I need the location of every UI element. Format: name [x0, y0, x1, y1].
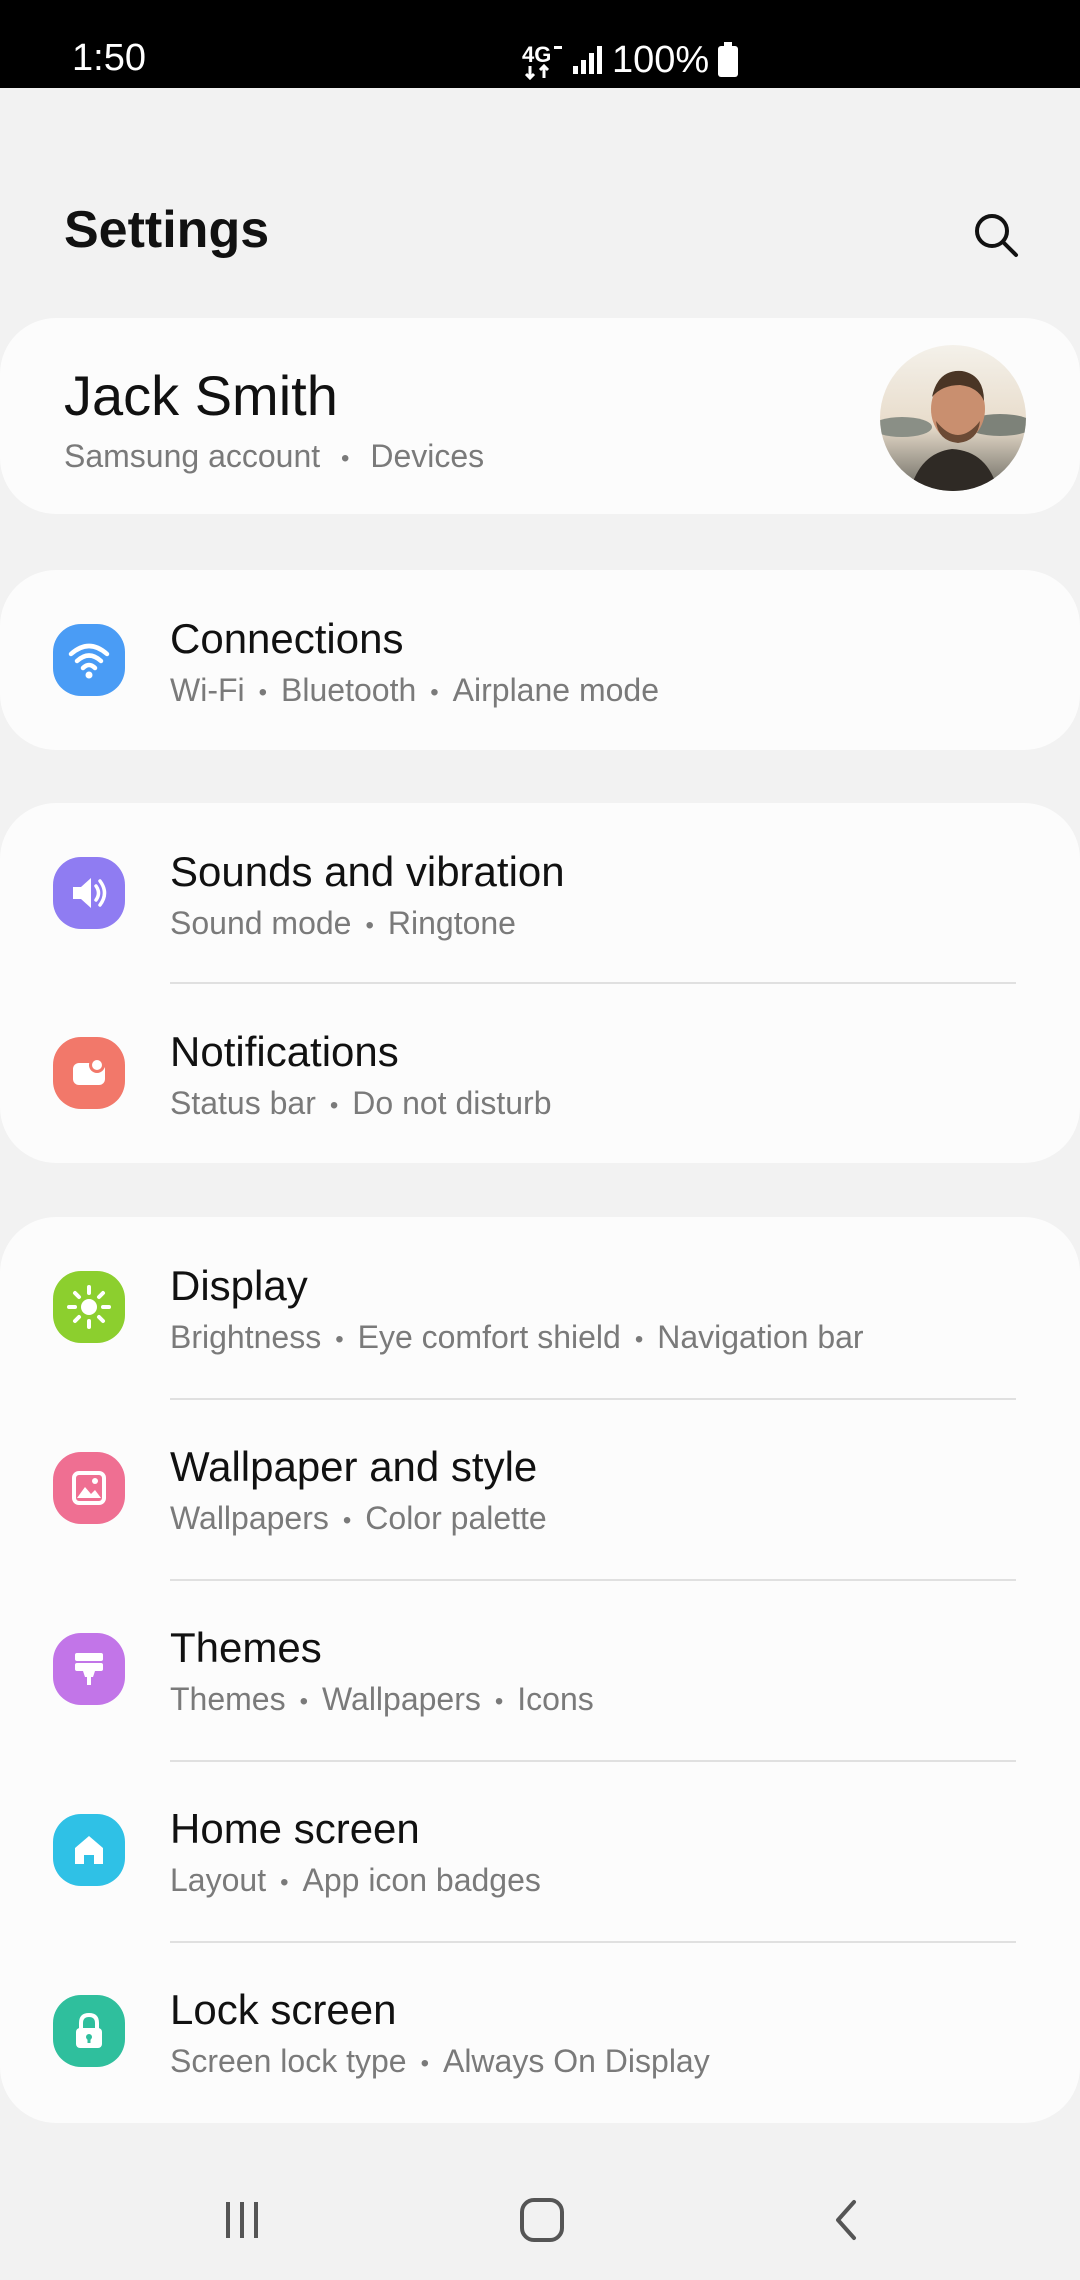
recents-icon [226, 2202, 258, 2238]
item-label: Notifications [170, 1028, 399, 1075]
signal-icon [572, 44, 604, 76]
item-subtitle: Themes • Wallpapers • Icons [170, 1679, 594, 1722]
settings-item-lock-screen[interactable]: Lock screen Screen lock type • Always On D… [0, 1941, 1080, 2121]
wallpaper-icon-wrap [53, 1452, 125, 1524]
back-button[interactable] [808, 2180, 888, 2260]
item-label: Sounds and vibration [170, 848, 565, 895]
settings-item-connections[interactable]: Connections Wi-Fi • Bluetooth • Airplane mod… [0, 570, 1080, 750]
account-subtitle: Samsung account • Devices [64, 436, 484, 479]
sub-text: Screen lock type [170, 2043, 407, 2079]
sub-text: Navigation bar [657, 1319, 864, 1355]
avatar[interactable] [880, 345, 1026, 491]
sub-text: Color palette [365, 1500, 547, 1536]
separator-dot: • [258, 678, 268, 706]
settings-item-sounds[interactable]: Sounds and vibration Sound mode • Ringtone [0, 803, 1080, 983]
sub-text: Icons [517, 1681, 594, 1717]
settings-item-notifications[interactable]: Notifications Status bar • Do not disturb [0, 983, 1080, 1163]
separator-dot: • [494, 1687, 504, 1715]
item-subtitle: Wallpapers • Color palette [170, 1498, 547, 1541]
sub-text: Do not disturb [352, 1085, 552, 1121]
svg-text:4G: 4G [522, 42, 551, 67]
item-label: Home screen [170, 1805, 420, 1852]
wifi-icon [68, 643, 110, 679]
image-icon [72, 1471, 106, 1505]
search-button[interactable] [966, 205, 1026, 265]
separator-dot: • [335, 1325, 344, 1353]
speaker-icon [73, 878, 107, 908]
sub-text: Always On Display [442, 2043, 710, 2079]
account-sub-devices: Devices [370, 438, 485, 474]
battery-percent: 100% [612, 39, 710, 81]
sub-text: Status bar [170, 1085, 316, 1121]
sub-text: Ringtone [387, 905, 516, 941]
search-icon [975, 214, 1018, 257]
sub-text: Sound mode [170, 905, 352, 941]
item-subtitle: Layout • App icon badges [170, 1860, 541, 1903]
home-button[interactable] [502, 2180, 582, 2260]
item-label: Connections [170, 615, 404, 662]
separator-dot: • [634, 1325, 644, 1353]
status-bar: 1:50 4G 100% [0, 0, 1080, 88]
item-subtitle: Wi-Fi • Bluetooth • Airplane mode [170, 670, 659, 713]
separator-dot: • [430, 678, 439, 706]
sub-text: App icon badges [302, 1862, 541, 1898]
item-subtitle: Screen lock type • Always On Display [170, 2041, 710, 2084]
separator-dot: • [341, 444, 350, 472]
settings-item-themes[interactable]: Themes Themes • Wallpapers • Icons [0, 1579, 1080, 1759]
item-label: Lock screen [170, 1986, 397, 2033]
lock-screen-icon-wrap [53, 1995, 125, 2067]
lock-icon [76, 2012, 102, 2048]
home-screen-icon-wrap [53, 1814, 125, 1886]
sub-text: Brightness [170, 1319, 322, 1355]
sub-text: Layout [170, 1862, 267, 1898]
sub-text: Wallpapers [170, 1500, 329, 1536]
item-subtitle: Sound mode • Ringtone [170, 903, 516, 946]
sub-text: Wallpapers [322, 1681, 481, 1717]
separator-dot: • [342, 1506, 352, 1534]
status-time: 1:50 [72, 37, 146, 79]
display-icon-wrap [53, 1271, 125, 1343]
recents-button[interactable] [202, 2180, 282, 2260]
sub-text: Bluetooth [281, 672, 417, 708]
sub-text: Wi-Fi [170, 672, 245, 708]
sub-text: Eye comfort shield [357, 1319, 621, 1355]
settings-item-display[interactable]: Display Brightness • Eye comfort shield • Na… [0, 1217, 1080, 1397]
sub-text: Airplane mode [452, 672, 659, 708]
home-icon [75, 1836, 103, 1864]
account-name: Jack Smith [64, 364, 338, 427]
notifications-icon-wrap [53, 1037, 125, 1109]
page-title: Settings [64, 201, 270, 259]
themes-icon-wrap [53, 1633, 125, 1705]
connections-icon-wrap [53, 624, 125, 696]
separator-dot: • [365, 911, 374, 939]
brush-icon [75, 1653, 103, 1685]
separator-dot: • [299, 1687, 308, 1715]
settings-item-wallpaper[interactable]: Wallpaper and style Wallpapers • Color pal… [0, 1398, 1080, 1578]
home-button-icon [520, 2198, 564, 2242]
separator-dot: • [420, 2049, 429, 2077]
sub-text: Themes [170, 1681, 286, 1717]
network-4g-icon: 4G [520, 40, 564, 80]
sounds-icon-wrap [53, 857, 125, 929]
item-label: Themes [170, 1624, 322, 1671]
sun-icon [67, 1285, 111, 1329]
item-label: Display [170, 1262, 308, 1309]
settings-item-home-screen[interactable]: Home screen Layout • App icon badges [0, 1760, 1080, 1940]
item-subtitle: Brightness • Eye comfort shield • Navigation… [170, 1317, 864, 1360]
back-icon [836, 2200, 856, 2240]
separator-dot: • [280, 1868, 289, 1896]
item-subtitle: Status bar • Do not disturb [170, 1083, 551, 1126]
account-sub-samsung: Samsung account [64, 438, 321, 474]
battery-icon [717, 42, 739, 78]
separator-dot: • [329, 1091, 339, 1119]
item-label: Wallpaper and style [170, 1443, 538, 1490]
status-indicators: 4G 100% [520, 38, 739, 82]
notification-icon [73, 1057, 105, 1085]
